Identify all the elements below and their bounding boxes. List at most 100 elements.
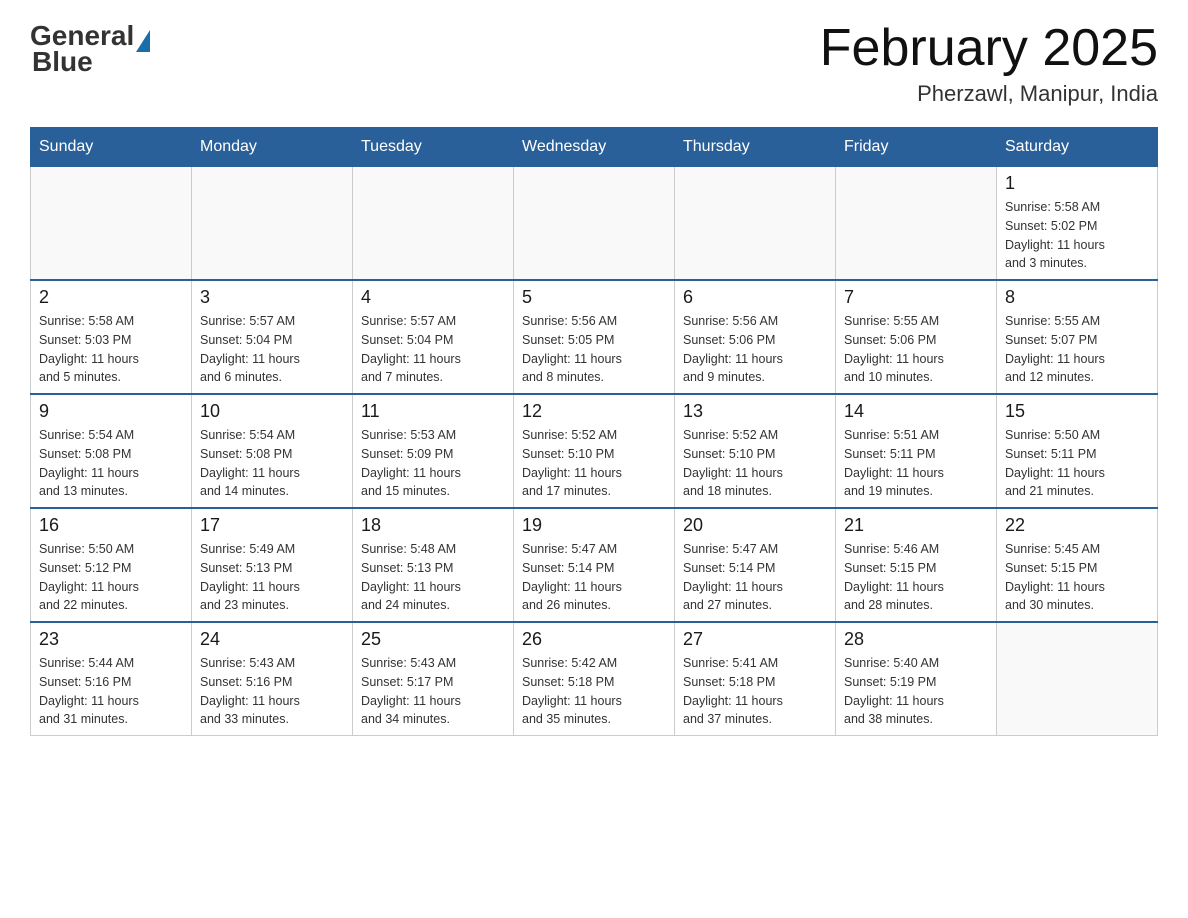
- day-info: Sunrise: 5:57 AMSunset: 5:04 PMDaylight:…: [361, 312, 505, 387]
- calendar-cell: 20 Sunrise: 5:47 AMSunset: 5:14 PMDayligh…: [675, 508, 836, 622]
- day-info: Sunrise: 5:52 AMSunset: 5:10 PMDaylight:…: [683, 426, 827, 501]
- day-info: Sunrise: 5:55 AMSunset: 5:06 PMDaylight:…: [844, 312, 988, 387]
- day-info: Sunrise: 5:56 AMSunset: 5:05 PMDaylight:…: [522, 312, 666, 387]
- calendar-cell: 21Sunrise: 5:46 AMSunset: 5:15 PMDayligh…: [836, 508, 997, 622]
- day-info: Sunrise: 5:54 AMSunset: 5:08 PMDaylight:…: [200, 426, 344, 501]
- day-number: 7: [844, 287, 988, 308]
- calendar-cell: 24 Sunrise: 5:43 AMSunset: 5:16 PMDayligh…: [192, 622, 353, 736]
- calendar-title: February 2025: [820, 20, 1158, 77]
- weekday-header-thursday: Thursday: [675, 128, 836, 167]
- calendar-cell: 26 Sunrise: 5:42 AMSunset: 5:18 PMDayligh…: [514, 622, 675, 736]
- day-info: Sunrise: 5:51 AMSunset: 5:11 PMDaylight:…: [844, 426, 988, 501]
- day-info: Sunrise: 5:43 AMSunset: 5:16 PMDaylight:…: [200, 654, 344, 729]
- calendar-cell: [675, 167, 836, 281]
- calendar-cell: 7 Sunrise: 5:55 AMSunset: 5:06 PMDaylight…: [836, 280, 997, 394]
- logo-blue-text: Blue: [32, 46, 93, 78]
- day-info: Sunrise: 5:52 AMSunset: 5:10 PMDaylight:…: [522, 426, 666, 501]
- weekday-header-row: SundayMondayTuesdayWednesdayThursdayFrid…: [31, 128, 1158, 167]
- weekday-header-sunday: Sunday: [31, 128, 192, 167]
- day-number: 12: [522, 401, 666, 422]
- day-info: Sunrise: 5:53 AMSunset: 5:09 PMDaylight:…: [361, 426, 505, 501]
- weekday-header-saturday: Saturday: [997, 128, 1158, 167]
- day-number: 2: [39, 287, 183, 308]
- day-number: 16: [39, 515, 183, 536]
- calendar-cell: [514, 167, 675, 281]
- calendar-table: SundayMondayTuesdayWednesdayThursdayFrid…: [30, 127, 1158, 736]
- day-info: Sunrise: 5:47 AMSunset: 5:14 PMDaylight:…: [683, 540, 827, 615]
- calendar-cell: [31, 167, 192, 281]
- day-number: 10: [200, 401, 344, 422]
- calendar-cell: 3Sunrise: 5:57 AMSunset: 5:04 PMDaylight…: [192, 280, 353, 394]
- day-number: 21: [844, 515, 988, 536]
- day-info: Sunrise: 5:42 AMSunset: 5:18 PMDaylight:…: [522, 654, 666, 729]
- calendar-cell: 14 Sunrise: 5:51 AMSunset: 5:11 PMDayligh…: [836, 394, 997, 508]
- day-number: 24: [200, 629, 344, 650]
- day-info: Sunrise: 5:47 AMSunset: 5:14 PMDaylight:…: [522, 540, 666, 615]
- logo: General Blue: [30, 20, 150, 78]
- day-number: 28: [844, 629, 988, 650]
- day-info: Sunrise: 5:50 AMSunset: 5:12 PMDaylight:…: [39, 540, 183, 615]
- calendar-title-block: February 2025 Pherzawl, Manipur, India: [820, 20, 1158, 107]
- day-number: 13: [683, 401, 827, 422]
- day-number: 8: [1005, 287, 1149, 308]
- day-number: 11: [361, 401, 505, 422]
- calendar-week-row: 1 Sunrise: 5:58 AMSunset: 5:02 PMDaylight…: [31, 167, 1158, 281]
- day-info: Sunrise: 5:56 AMSunset: 5:06 PMDaylight:…: [683, 312, 827, 387]
- day-number: 15: [1005, 401, 1149, 422]
- day-info: Sunrise: 5:41 AMSunset: 5:18 PMDaylight:…: [683, 654, 827, 729]
- weekday-header-monday: Monday: [192, 128, 353, 167]
- day-number: 20: [683, 515, 827, 536]
- calendar-cell: 11 Sunrise: 5:53 AMSunset: 5:09 PMDayligh…: [353, 394, 514, 508]
- day-number: 9: [39, 401, 183, 422]
- day-number: 5: [522, 287, 666, 308]
- day-info: Sunrise: 5:44 AMSunset: 5:16 PMDaylight:…: [39, 654, 183, 729]
- calendar-cell: 4 Sunrise: 5:57 AMSunset: 5:04 PMDaylight…: [353, 280, 514, 394]
- day-info: Sunrise: 5:55 AMSunset: 5:07 PMDaylight:…: [1005, 312, 1149, 387]
- calendar-cell: 16 Sunrise: 5:50 AMSunset: 5:12 PMDayligh…: [31, 508, 192, 622]
- day-info: Sunrise: 5:58 AMSunset: 5:03 PMDaylight:…: [39, 312, 183, 387]
- day-number: 4: [361, 287, 505, 308]
- calendar-cell: 9 Sunrise: 5:54 AMSunset: 5:08 PMDaylight…: [31, 394, 192, 508]
- calendar-cell: [353, 167, 514, 281]
- day-number: 25: [361, 629, 505, 650]
- calendar-cell: 23 Sunrise: 5:44 AMSunset: 5:16 PMDayligh…: [31, 622, 192, 736]
- calendar-cell: 18Sunrise: 5:48 AMSunset: 5:13 PMDayligh…: [353, 508, 514, 622]
- calendar-week-row: 16 Sunrise: 5:50 AMSunset: 5:12 PMDayligh…: [31, 508, 1158, 622]
- logo-triangle-icon: [136, 30, 150, 52]
- day-info: Sunrise: 5:54 AMSunset: 5:08 PMDaylight:…: [39, 426, 183, 501]
- calendar-cell: 27 Sunrise: 5:41 AMSunset: 5:18 PMDayligh…: [675, 622, 836, 736]
- day-info: Sunrise: 5:50 AMSunset: 5:11 PMDaylight:…: [1005, 426, 1149, 501]
- calendar-cell: 6 Sunrise: 5:56 AMSunset: 5:06 PMDaylight…: [675, 280, 836, 394]
- calendar-cell: 2 Sunrise: 5:58 AMSunset: 5:03 PMDaylight…: [31, 280, 192, 394]
- day-info: Sunrise: 5:40 AMSunset: 5:19 PMDaylight:…: [844, 654, 988, 729]
- day-number: 1: [1005, 173, 1149, 194]
- day-number: 27: [683, 629, 827, 650]
- day-number: 19: [522, 515, 666, 536]
- calendar-cell: 25Sunrise: 5:43 AMSunset: 5:17 PMDayligh…: [353, 622, 514, 736]
- day-info: Sunrise: 5:57 AMSunset: 5:04 PMDaylight:…: [200, 312, 344, 387]
- day-number: 14: [844, 401, 988, 422]
- weekday-header-friday: Friday: [836, 128, 997, 167]
- day-info: Sunrise: 5:58 AMSunset: 5:02 PMDaylight:…: [1005, 198, 1149, 273]
- day-number: 17: [200, 515, 344, 536]
- day-number: 22: [1005, 515, 1149, 536]
- weekday-header-wednesday: Wednesday: [514, 128, 675, 167]
- calendar-cell: 19 Sunrise: 5:47 AMSunset: 5:14 PMDayligh…: [514, 508, 675, 622]
- calendar-cell: 8 Sunrise: 5:55 AMSunset: 5:07 PMDaylight…: [997, 280, 1158, 394]
- calendar-week-row: 2 Sunrise: 5:58 AMSunset: 5:03 PMDaylight…: [31, 280, 1158, 394]
- page-header: General Blue February 2025 Pherzawl, Man…: [30, 20, 1158, 107]
- calendar-week-row: 23 Sunrise: 5:44 AMSunset: 5:16 PMDayligh…: [31, 622, 1158, 736]
- calendar-cell: 5 Sunrise: 5:56 AMSunset: 5:05 PMDaylight…: [514, 280, 675, 394]
- day-number: 23: [39, 629, 183, 650]
- calendar-cell: 13 Sunrise: 5:52 AMSunset: 5:10 PMDayligh…: [675, 394, 836, 508]
- calendar-cell: 22Sunrise: 5:45 AMSunset: 5:15 PMDayligh…: [997, 508, 1158, 622]
- calendar-cell: 28 Sunrise: 5:40 AMSunset: 5:19 PMDayligh…: [836, 622, 997, 736]
- calendar-cell: [836, 167, 997, 281]
- calendar-subtitle: Pherzawl, Manipur, India: [820, 81, 1158, 107]
- calendar-cell: 17 Sunrise: 5:49 AMSunset: 5:13 PMDayligh…: [192, 508, 353, 622]
- day-number: 6: [683, 287, 827, 308]
- day-number: 26: [522, 629, 666, 650]
- calendar-cell: 10 Sunrise: 5:54 AMSunset: 5:08 PMDayligh…: [192, 394, 353, 508]
- day-info: Sunrise: 5:49 AMSunset: 5:13 PMDaylight:…: [200, 540, 344, 615]
- day-number: 18: [361, 515, 505, 536]
